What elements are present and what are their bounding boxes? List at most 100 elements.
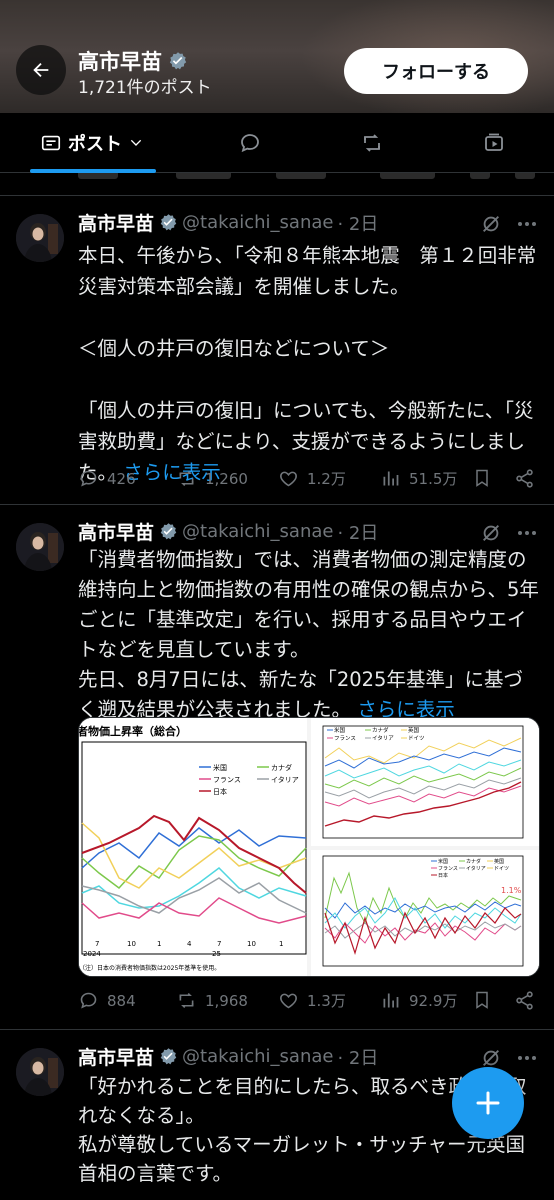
post-author[interactable]: 高市早苗 @takaichi_sanae · 2日 [78, 209, 378, 236]
more-options-icon[interactable] [512, 1047, 542, 1069]
post-text: 本日、午後から、「令和８年熊本地震 第１２回非常災害対策本部会議」を開催しました… [78, 240, 540, 488]
compose-button[interactable] [452, 1067, 524, 1139]
tick: 10 [127, 940, 136, 948]
arrow-left-icon [33, 62, 49, 78]
chart-note: （注）日本の消費者物価指数は2025年基準を使用。 [79, 964, 220, 972]
bookmark-icon [476, 991, 488, 1009]
reply-count: 426 [107, 469, 136, 488]
year-label: 25 [212, 950, 221, 958]
grok-icon[interactable] [480, 213, 502, 235]
share-button[interactable] [514, 990, 535, 1011]
view-count: 92.9万 [409, 992, 458, 1010]
bookmark-button[interactable] [472, 990, 492, 1010]
tick: 7 [217, 940, 221, 948]
legend: ドイツ [408, 736, 425, 742]
author-name[interactable]: 高市早苗 [78, 209, 154, 236]
legend-italy: イタリア [271, 775, 299, 784]
author-handle[interactable]: @takaichi_sanae [182, 521, 333, 542]
like-count: 1.3万 [307, 992, 346, 1010]
views-button[interactable]: 51.5万 [380, 468, 457, 489]
like-button[interactable]: 1.2万 [278, 468, 346, 489]
post-1[interactable]: 高市早苗 @takaichi_sanae · 2日 本日、午後から、「令和８年熊… [0, 195, 554, 505]
verified-badge-icon [169, 52, 187, 70]
year-label: 2024 [83, 950, 101, 958]
author-name[interactable]: 高市早苗 [78, 1043, 154, 1070]
post-time[interactable]: · 2日 [337, 1044, 378, 1070]
post-text: 「消費者物価指数」では、消費者物価の測定精度の維持向上と物価指数の有用性の確保の… [78, 545, 540, 725]
legend: 米国 [334, 726, 346, 734]
like-count: 1.2万 [307, 470, 346, 488]
post-media[interactable]: 者物価上昇率（総合） 米国 カナダ フランス イタリア 日本 7 10 1 4 … [78, 717, 540, 977]
left-chart-title: 者物価上昇率（総合） [79, 724, 187, 738]
legend-japan: 日本 [213, 787, 227, 796]
views-button[interactable]: 92.9万 [380, 990, 457, 1011]
reply-bubble-icon [241, 134, 259, 153]
avatar[interactable] [16, 523, 64, 571]
bookmark-button[interactable] [472, 468, 492, 488]
media-charts[interactable]: 者物価上昇率（総合） 米国 カナダ フランス イタリア 日本 7 10 1 4 … [79, 718, 540, 977]
post-actions: 884 1,968 1.3万 92.9万 [78, 990, 542, 1018]
reply-button[interactable]: 426 [78, 468, 136, 489]
legend-us: 米国 [213, 763, 227, 772]
author-handle[interactable]: @takaichi_sanae [182, 212, 333, 233]
tick: 7 [95, 940, 99, 948]
author-name[interactable]: 高市早苗 [78, 518, 154, 545]
plus-icon [476, 1091, 500, 1115]
post-author[interactable]: 高市早苗 @takaichi_sanae · 2日 [78, 1043, 378, 1070]
legend: フランス [334, 735, 356, 742]
legend-france: フランス [213, 776, 241, 784]
tick: 4 [187, 940, 192, 948]
legend: ドイツ [494, 866, 509, 872]
repost-icon [179, 992, 194, 1009]
avatar[interactable] [16, 214, 64, 262]
post-time[interactable]: · 2日 [337, 210, 378, 236]
reply-icon [80, 470, 97, 487]
legend: 米国 [438, 858, 448, 865]
post-count: 1,721件のポスト [78, 78, 212, 98]
repost-button[interactable]: 1,260 [176, 468, 248, 489]
post-author[interactable]: 高市早苗 @takaichi_sanae · 2日 [78, 518, 378, 545]
tab-media[interactable] [454, 113, 534, 173]
post-time[interactable]: · 2日 [337, 519, 378, 545]
back-button[interactable] [16, 45, 66, 95]
avatar[interactable] [16, 1048, 64, 1096]
views-icon [383, 993, 399, 1008]
chart-annotation: 1.1% [501, 886, 522, 895]
repost-count: 1,260 [205, 469, 248, 488]
media-icon [485, 133, 503, 151]
legend: フランス [438, 866, 458, 872]
share-icon [516, 991, 533, 1010]
grok-icon[interactable] [480, 522, 502, 544]
bookmark-icon [476, 469, 488, 487]
tick: 1 [279, 940, 283, 948]
grok-icon[interactable] [480, 1047, 502, 1069]
left-chart-panel[interactable] [79, 718, 307, 977]
tick: 10 [247, 940, 256, 948]
verified-badge-icon [160, 523, 177, 540]
like-button[interactable]: 1.3万 [278, 990, 346, 1011]
repost-count: 1,968 [205, 991, 248, 1010]
heart-icon [280, 471, 297, 487]
verified-badge-icon [160, 1048, 177, 1065]
author-handle[interactable]: @takaichi_sanae [182, 1046, 333, 1067]
tab-posts[interactable]: ポスト [0, 113, 184, 173]
reply-button[interactable]: 884 [78, 990, 136, 1011]
posts-icon [41, 135, 61, 151]
more-options-icon[interactable] [512, 522, 542, 544]
legend-canada: カナダ [271, 763, 292, 772]
tab-replies[interactable] [210, 113, 290, 173]
more-options-icon[interactable] [512, 213, 542, 235]
post-actions: 426 1,260 1.2万 51.5万 [78, 468, 542, 496]
previous-post-actions [0, 173, 554, 189]
follow-button[interactable]: フォローする [344, 48, 528, 94]
profile-tabs: ポスト [0, 113, 554, 173]
views-icon [383, 471, 399, 486]
legend: 英国 [408, 726, 420, 734]
tick: 1 [157, 940, 161, 948]
share-button[interactable] [514, 468, 535, 489]
tab-posts-label: ポスト [68, 134, 122, 155]
tab-reposts[interactable] [332, 113, 412, 173]
repost-button[interactable]: 1,968 [176, 990, 248, 1011]
post-2[interactable]: 高市早苗 @takaichi_sanae · 2日 「消費者物価指数」では、消費… [0, 505, 554, 1030]
repost-icon [364, 134, 380, 152]
